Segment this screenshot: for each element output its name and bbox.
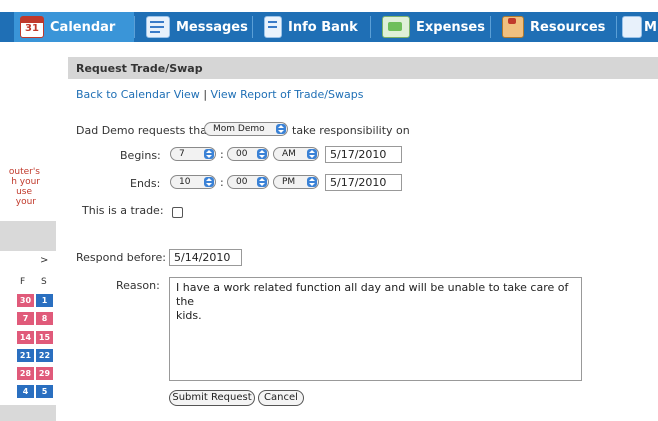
reason-textarea[interactable]: I have a work related function all day a… [169, 277, 582, 381]
view-report-link[interactable]: View Report of Trade/Swaps [211, 88, 364, 101]
select-arrows-icon [257, 149, 267, 159]
calendar-day[interactable]: 21 [17, 349, 34, 362]
begins-hour-value: 7 [179, 149, 185, 159]
tab-info-bank[interactable]: Info Bank [258, 12, 370, 42]
page-header: Request Trade/Swap [68, 57, 658, 79]
resources-icon [502, 16, 524, 38]
promo-text: your [15, 197, 36, 207]
mini-calendar-nav: > [0, 251, 56, 271]
ends-minute-select[interactable]: 00 [227, 175, 269, 189]
more-icon [622, 16, 642, 38]
calendar-day[interactable]: 30 [17, 294, 34, 307]
calendar-day[interactable]: 5 [36, 385, 53, 398]
tab-messages-label: Messages [176, 19, 248, 35]
promo-text: outer's [8, 167, 40, 177]
main-nav: 31 Calendar Messages Info Bank Expenses … [0, 12, 658, 42]
trade-checkbox[interactable] [172, 207, 183, 218]
tab-more-label: M [644, 19, 657, 35]
begins-ampm-value: AM [282, 149, 296, 159]
ends-ampm-value: PM [282, 177, 296, 187]
nav-divider [134, 16, 135, 38]
begins-date-field[interactable]: 5/17/2010 [325, 146, 402, 163]
tab-calendar-label: Calendar [50, 19, 116, 35]
select-arrows-icon [307, 177, 317, 187]
calendar-day[interactable]: 29 [36, 367, 53, 380]
sidebar-footer [0, 405, 56, 421]
calendar-day[interactable]: 15 [36, 331, 53, 344]
calendar-day[interactable]: 22 [36, 349, 53, 362]
time-colon: : [220, 176, 224, 189]
select-arrows-icon [307, 149, 317, 159]
tab-resources-label: Resources [530, 19, 606, 35]
tab-resources[interactable]: Resources [496, 12, 616, 42]
request-suffix: take responsibility on [292, 124, 410, 137]
trade-label: This is a trade: [82, 204, 164, 217]
day-header: F [20, 277, 26, 287]
ends-hour-select[interactable]: 10 [170, 175, 216, 189]
ends-minute-value: 00 [236, 177, 248, 187]
ends-ampm-select[interactable]: PM [273, 175, 319, 189]
calendar-day[interactable]: 1 [36, 294, 53, 307]
messages-icon [146, 16, 170, 38]
page-title: Request Trade/Swap [76, 62, 203, 75]
respond-before-field[interactable]: 5/14/2010 [169, 249, 242, 266]
nav-divider [490, 16, 491, 38]
person-select[interactable]: Mom Demo [204, 122, 288, 136]
tab-messages[interactable]: Messages [140, 12, 252, 42]
calendar-day[interactable]: 7 [17, 312, 34, 325]
tab-expenses-label: Expenses [416, 19, 485, 35]
calendar-day[interactable]: 4 [17, 385, 34, 398]
begins-ampm-select[interactable]: AM [273, 147, 319, 161]
begins-label: Begins: [120, 149, 161, 162]
ends-label: Ends: [130, 177, 161, 190]
tab-info-bank-label: Info Bank [288, 19, 358, 35]
promo-text: use [16, 187, 32, 197]
tab-calendar[interactable]: 31 Calendar [14, 12, 134, 42]
top-strip [0, 0, 658, 12]
ends-hour-value: 10 [179, 177, 191, 187]
reason-label: Reason: [116, 279, 160, 292]
calendar-day[interactable]: 8 [36, 312, 53, 325]
ends-date-field[interactable]: 5/17/2010 [325, 174, 402, 191]
submit-request-button[interactable]: Submit Request [169, 390, 255, 406]
calendar-day[interactable]: 14 [17, 331, 34, 344]
link-separator: | [203, 88, 208, 101]
mini-calendar-header [0, 221, 56, 251]
begins-hour-select[interactable]: 7 [170, 147, 216, 161]
mini-calendar-day-headers: F S [0, 273, 56, 293]
calendar-icon: 31 [20, 16, 44, 38]
promo-text: h your [11, 177, 40, 187]
select-arrows-icon [257, 177, 267, 187]
breadcrumb-links: Back to Calendar View | View Report of T… [76, 88, 363, 101]
tab-more[interactable]: M [620, 12, 658, 42]
person-select-value: Mom Demo [213, 124, 265, 134]
nav-divider [370, 16, 371, 38]
nav-divider [616, 16, 617, 38]
select-arrows-icon [204, 177, 214, 187]
day-header: S [41, 277, 47, 287]
main-content: Request Trade/Swap Back to Calendar View… [68, 57, 658, 421]
next-month-button[interactable]: > [40, 255, 48, 266]
begins-minute-select[interactable]: 00 [227, 147, 269, 161]
nav-divider [252, 16, 253, 38]
time-colon: : [220, 148, 224, 161]
select-arrows-icon [276, 124, 286, 134]
back-to-calendar-link[interactable]: Back to Calendar View [76, 88, 200, 101]
info-bank-icon [264, 16, 282, 38]
calendar-day[interactable]: 28 [17, 367, 34, 380]
respond-before-label: Respond before: [76, 251, 166, 264]
begins-minute-value: 00 [236, 149, 248, 159]
cancel-button[interactable]: Cancel [258, 390, 304, 406]
request-prefix: Dad Demo requests that [76, 124, 212, 137]
expenses-icon [382, 16, 410, 38]
tab-expenses[interactable]: Expenses [376, 12, 490, 42]
select-arrows-icon [204, 149, 214, 159]
